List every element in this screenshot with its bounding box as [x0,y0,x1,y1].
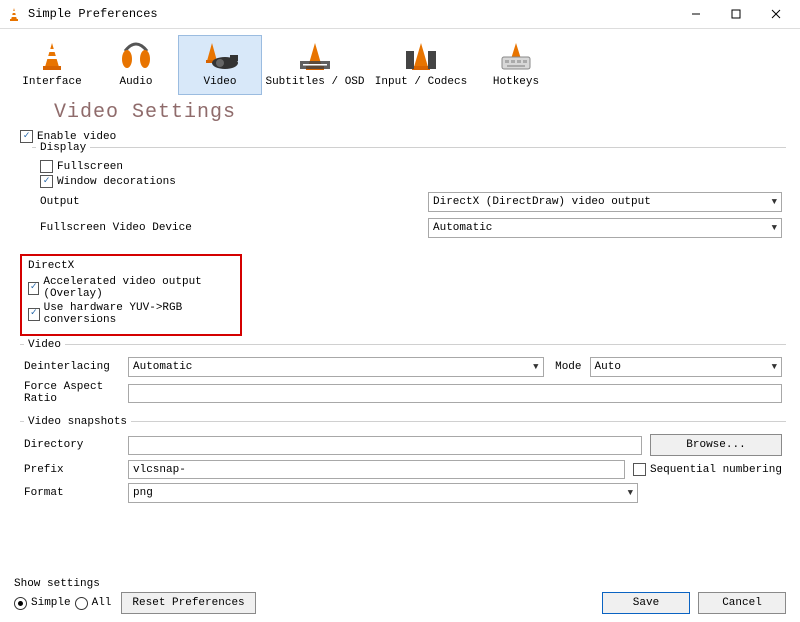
accelerated-video-label: Accelerated video output (Overlay) [43,276,234,300]
sequential-numbering-checkbox[interactable]: Sequential numbering [633,463,782,476]
category-toolbar: Interface Audio Video Subtitles / OSD In… [0,29,800,95]
show-simple-label: Simple [31,597,71,609]
minimize-button[interactable] [676,3,716,25]
sequential-numbering-label: Sequential numbering [650,464,782,476]
tab-label: Hotkeys [477,76,555,88]
output-select[interactable]: DirectX (DirectDraw) video output ▼ [428,192,782,212]
group-directx-label: DirectX [28,260,74,272]
tab-audio[interactable]: Audio [94,35,178,95]
subtitles-icon [295,40,335,72]
fullscreen-device-value: Automatic [433,222,492,234]
deinterlacing-select[interactable]: Automatic ▼ [128,357,544,377]
radio-icon [75,597,88,610]
mode-value: Auto [595,361,621,373]
checkbox-icon [28,308,40,321]
tab-label: Interface [13,76,91,88]
checkbox-icon [28,282,39,295]
yuv-rgb-checkbox[interactable]: Use hardware YUV->RGB conversions [28,302,234,326]
format-label: Format [24,487,120,499]
cancel-button[interactable]: Cancel [698,592,786,614]
fullscreen-device-select[interactable]: Automatic ▼ [428,218,782,238]
accelerated-video-checkbox[interactable]: Accelerated video output (Overlay) [28,276,234,300]
enable-video-label: Enable video [37,131,116,143]
show-simple-radio[interactable]: Simple [14,597,71,610]
show-all-label: All [92,597,112,609]
show-all-radio[interactable]: All [75,597,112,610]
chevron-down-icon: ▼ [772,197,777,207]
output-label: Output [40,196,420,208]
tab-video[interactable]: Video [178,35,262,95]
tab-label: Input / Codecs [371,76,471,88]
hotkeys-icon [496,40,536,72]
group-display-label: Display [36,142,90,154]
interface-icon [32,40,72,72]
footer: Show settings Simple All Reset Preferenc… [0,578,800,614]
directory-label: Directory [24,439,120,451]
window-decorations-checkbox[interactable]: Window decorations [40,175,782,188]
format-value: png [133,487,153,499]
audio-icon [116,40,156,72]
page-title: Video Settings [54,101,786,124]
settings-panel: Video Settings Enable video Display Full… [0,95,800,523]
tab-subtitles[interactable]: Subtitles / OSD [262,35,368,95]
chevron-down-icon: ▼ [772,223,777,233]
radio-icon [14,597,27,610]
window-decorations-label: Window decorations [57,176,176,188]
chevron-down-icon: ▼ [628,488,633,498]
directory-input[interactable] [128,436,642,455]
format-select[interactable]: png ▼ [128,483,638,503]
tab-input-codecs[interactable]: Input / Codecs [368,35,474,95]
group-directx: DirectX Accelerated video output (Overla… [20,254,242,336]
save-button[interactable]: Save [602,592,690,614]
tab-interface[interactable]: Interface [10,35,94,95]
vlc-app-icon [6,6,22,22]
tab-hotkeys[interactable]: Hotkeys [474,35,558,95]
mode-select[interactable]: Auto ▼ [590,357,782,377]
reset-preferences-button[interactable]: Reset Preferences [121,592,255,614]
checkbox-icon [633,463,646,476]
prefix-label: Prefix [24,464,120,476]
titlebar: Simple Preferences [0,0,800,29]
tab-label: Subtitles / OSD [265,76,365,88]
close-button[interactable] [756,3,796,25]
yuv-rgb-label: Use hardware YUV->RGB conversions [44,302,234,326]
group-snapshots-label: Video snapshots [24,416,131,428]
mode-label: Mode [552,361,582,373]
deinterlacing-label: Deinterlacing [24,361,120,373]
chevron-down-icon: ▼ [533,362,538,372]
show-settings-label: Show settings [14,578,256,590]
force-ar-label: Force Aspect Ratio [24,381,120,405]
checkbox-icon [40,175,53,188]
prefix-value: vlcsnap- [133,464,186,476]
checkbox-icon [40,160,53,173]
deinterlacing-value: Automatic [133,361,192,373]
force-ar-input[interactable] [128,384,782,403]
tab-label: Video [181,76,259,88]
tab-label: Audio [97,76,175,88]
maximize-button[interactable] [716,3,756,25]
browse-button[interactable]: Browse... [650,434,782,456]
group-video-label: Video [24,339,65,351]
chevron-down-icon: ▼ [772,362,777,372]
window-title: Simple Preferences [28,7,676,21]
fullscreen-checkbox[interactable]: Fullscreen [40,160,782,173]
fullscreen-device-label: Fullscreen Video Device [40,222,420,234]
prefix-input[interactable]: vlcsnap- [128,460,625,479]
fullscreen-label: Fullscreen [57,161,123,173]
output-value: DirectX (DirectDraw) video output [433,196,651,208]
video-icon [200,40,240,72]
codecs-icon [401,40,441,72]
checkbox-icon [20,130,33,143]
